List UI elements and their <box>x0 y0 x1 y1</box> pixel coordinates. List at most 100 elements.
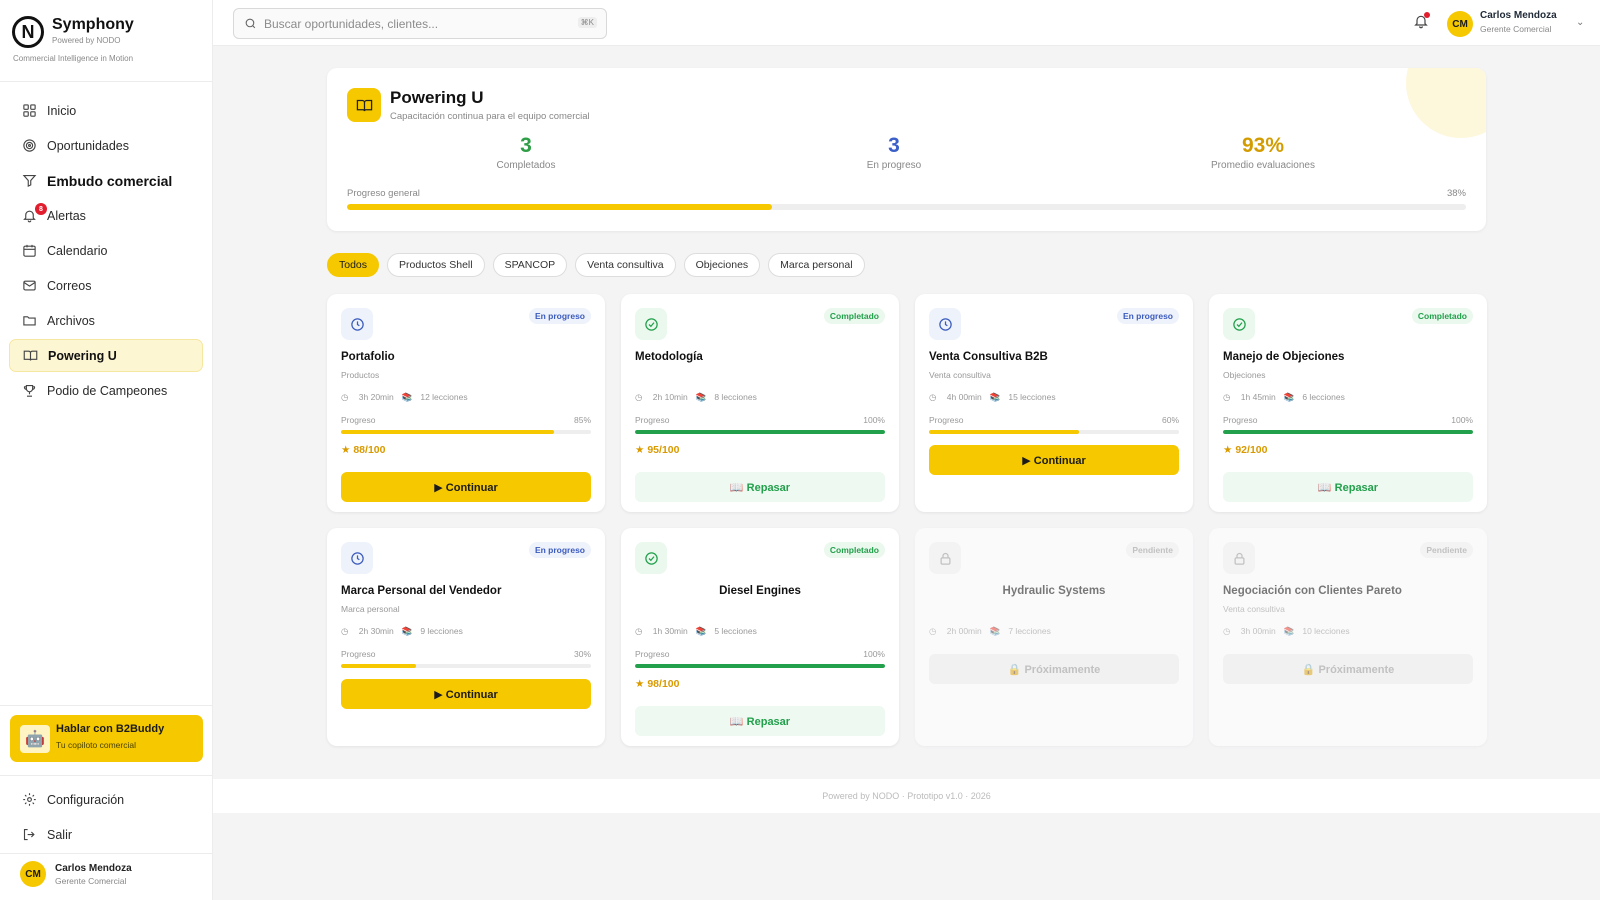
nav-label: Salir <box>47 827 73 842</box>
course-card[interactable]: Pendiente Negociación con Clientes Pareto… <box>1209 528 1487 746</box>
course-card[interactable]: Pendiente Hydraulic Systems ◷ 2h 00min 📚 7 l… <box>915 528 1193 746</box>
progress-label: Progreso <box>635 415 670 425</box>
course-title: Manejo de Objeciones <box>1223 351 1345 363</box>
clock-icon: ◷ <box>341 392 351 402</box>
main-nav: Inicio Oportunidades Embudo comercial 8 … <box>9 94 203 409</box>
course-card[interactable]: Completado Diesel Engines ◷ 1h 30min 📚 5 lec… <box>621 528 899 746</box>
nav-item-oportunidades[interactable]: Oportunidades <box>9 129 203 162</box>
clock-icon <box>341 542 373 574</box>
avatar: CM <box>1447 11 1473 37</box>
progress-label: Progreso <box>929 415 964 425</box>
course-card[interactable]: Completado Manejo de Objeciones Objeciones… <box>1209 294 1487 512</box>
review-button[interactable]: 📖 Repasar <box>635 706 885 736</box>
brand-name: Symphony <box>52 16 134 33</box>
filter-chip[interactable]: Venta consultiva <box>575 253 676 277</box>
search-input[interactable] <box>264 15 564 33</box>
review-button[interactable]: 📖 Repasar <box>1223 472 1473 502</box>
filter-chip[interactable]: Marca personal <box>768 253 865 277</box>
progress-fill <box>635 664 885 668</box>
decorative-blob <box>1406 68 1486 138</box>
star-icon: ★ <box>1223 444 1236 456</box>
filter-chip[interactable]: Objeciones <box>683 253 761 277</box>
clock-icon <box>341 308 373 340</box>
nav-item-calendario[interactable]: Calendario <box>9 234 203 267</box>
course-category: Productos <box>341 370 380 380</box>
course-card[interactable]: Completado Metodología ◷ 2h 10min 📚 8 leccio… <box>621 294 899 512</box>
course-category: Venta consultiva <box>929 370 991 380</box>
nav-label: Powering U <box>48 348 117 363</box>
nav-item-salir[interactable]: Salir <box>9 818 203 851</box>
overall-progress-bar <box>347 204 1466 210</box>
status-badge: En progreso <box>1116 308 1179 324</box>
continue-button[interactable]: ▶ Continuar <box>341 472 591 502</box>
nav-item-alertas[interactable]: 8 Alertas <box>9 199 203 232</box>
sidebar: N Symphony Powered by NODO Commercial In… <box>0 0 213 900</box>
folder-icon <box>21 313 37 329</box>
overall-progress-percent: 38% <box>1446 188 1466 199</box>
progress-bar <box>1223 430 1473 434</box>
search-icon <box>244 17 257 35</box>
score-value: 95/100 <box>647 444 680 456</box>
clock-icon: ◷ <box>1223 626 1233 636</box>
notification-dot <box>1424 12 1430 18</box>
status-badge: En progreso <box>528 542 591 558</box>
course-title: Diesel Engines <box>719 585 801 597</box>
footer: Powered by NODO · Prototipo v1.0 · 2026 <box>213 779 1600 813</box>
divider <box>0 853 213 854</box>
nav-label: Inicio <box>47 103 77 118</box>
status-badge: Pendiente <box>1420 542 1473 558</box>
status-badge: En progreso <box>528 308 591 324</box>
course-card[interactable]: En progreso Portafolio Productos ◷ 3h 20min… <box>327 294 605 512</box>
course-meta: ◷ 2h 00min 📚 7 lecciones <box>929 626 1059 637</box>
user-menu[interactable]: CM Carlos Mendoza Gerente Comercial ⌄ <box>1447 10 1597 38</box>
nav-label: Archivos <box>47 313 95 328</box>
books-icon: 📚 <box>401 392 413 402</box>
course-title: Negociación con Clientes Pareto <box>1223 585 1402 597</box>
user-name: Carlos Mendoza <box>1480 10 1557 21</box>
score-value: 92/100 <box>1235 444 1268 456</box>
notifications-button[interactable] <box>1413 12 1430 34</box>
nav-item-embudo[interactable]: Embudo comercial <box>9 164 203 197</box>
course-category: Marca personal <box>341 604 400 614</box>
bell-icon <box>1413 15 1429 33</box>
book-icon <box>347 88 381 122</box>
overall-progress-label: Progreso general <box>347 188 420 199</box>
nav-item-correos[interactable]: Correos <box>9 269 203 302</box>
nav-item-archivos[interactable]: Archivos <box>9 304 203 337</box>
brand-powered: Powered by NODO <box>52 36 121 45</box>
filter-chip[interactable]: Productos Shell <box>387 253 485 277</box>
review-button[interactable]: 📖 Repasar <box>635 472 885 502</box>
gear-icon <box>21 792 37 808</box>
check-circle-icon <box>635 308 667 340</box>
check-circle-icon <box>635 542 667 574</box>
stat-label: Completados <box>496 160 556 171</box>
course-card[interactable]: En progreso Venta Consultiva B2B Venta con… <box>915 294 1193 512</box>
nav-label: Oportunidades <box>47 138 130 153</box>
overall-progress-fill <box>347 204 773 210</box>
course-card[interactable]: En progreso Marca Personal del Vendedor Ma… <box>327 528 605 746</box>
score-value: 88/100 <box>353 444 386 456</box>
alert-count-badge: 8 <box>35 203 47 215</box>
brand-logo: N <box>12 16 44 48</box>
nav-item-inicio[interactable]: Inicio <box>9 94 203 127</box>
course-lessons: 9 lecciones <box>420 626 463 636</box>
course-duration: 3h 20min <box>358 392 394 402</box>
filter-chip[interactable]: SPANCOP <box>492 253 568 277</box>
course-meta: ◷ 3h 00min 📚 10 lecciones <box>1223 626 1358 637</box>
nav-item-configuracion[interactable]: Configuración <box>9 783 203 816</box>
stat-in-progress: 3 En progreso <box>794 134 994 171</box>
continue-button[interactable]: ▶ Continuar <box>341 679 591 709</box>
course-title: Metodología <box>635 351 703 363</box>
stat-value: 3 <box>520 134 532 157</box>
nav-item-powering-u[interactable]: Powering U <box>9 339 203 372</box>
b2buddy-button[interactable]: 🤖 Hablar con B2Buddy Tu copiloto comerci… <box>10 715 203 762</box>
user-role: Gerente Comercial <box>55 876 127 886</box>
nav-item-podio[interactable]: Podio de Campeones <box>9 374 203 407</box>
search-box[interactable]: ⌘K <box>233 8 607 39</box>
books-icon: 📚 <box>695 392 707 402</box>
chevron-down-icon: ⌄ <box>1576 17 1585 28</box>
clock-icon: ◷ <box>1223 392 1233 402</box>
filter-chip[interactable]: Todos <box>327 253 380 277</box>
nav-label: Calendario <box>47 243 108 258</box>
continue-button[interactable]: ▶ Continuar <box>929 445 1179 475</box>
